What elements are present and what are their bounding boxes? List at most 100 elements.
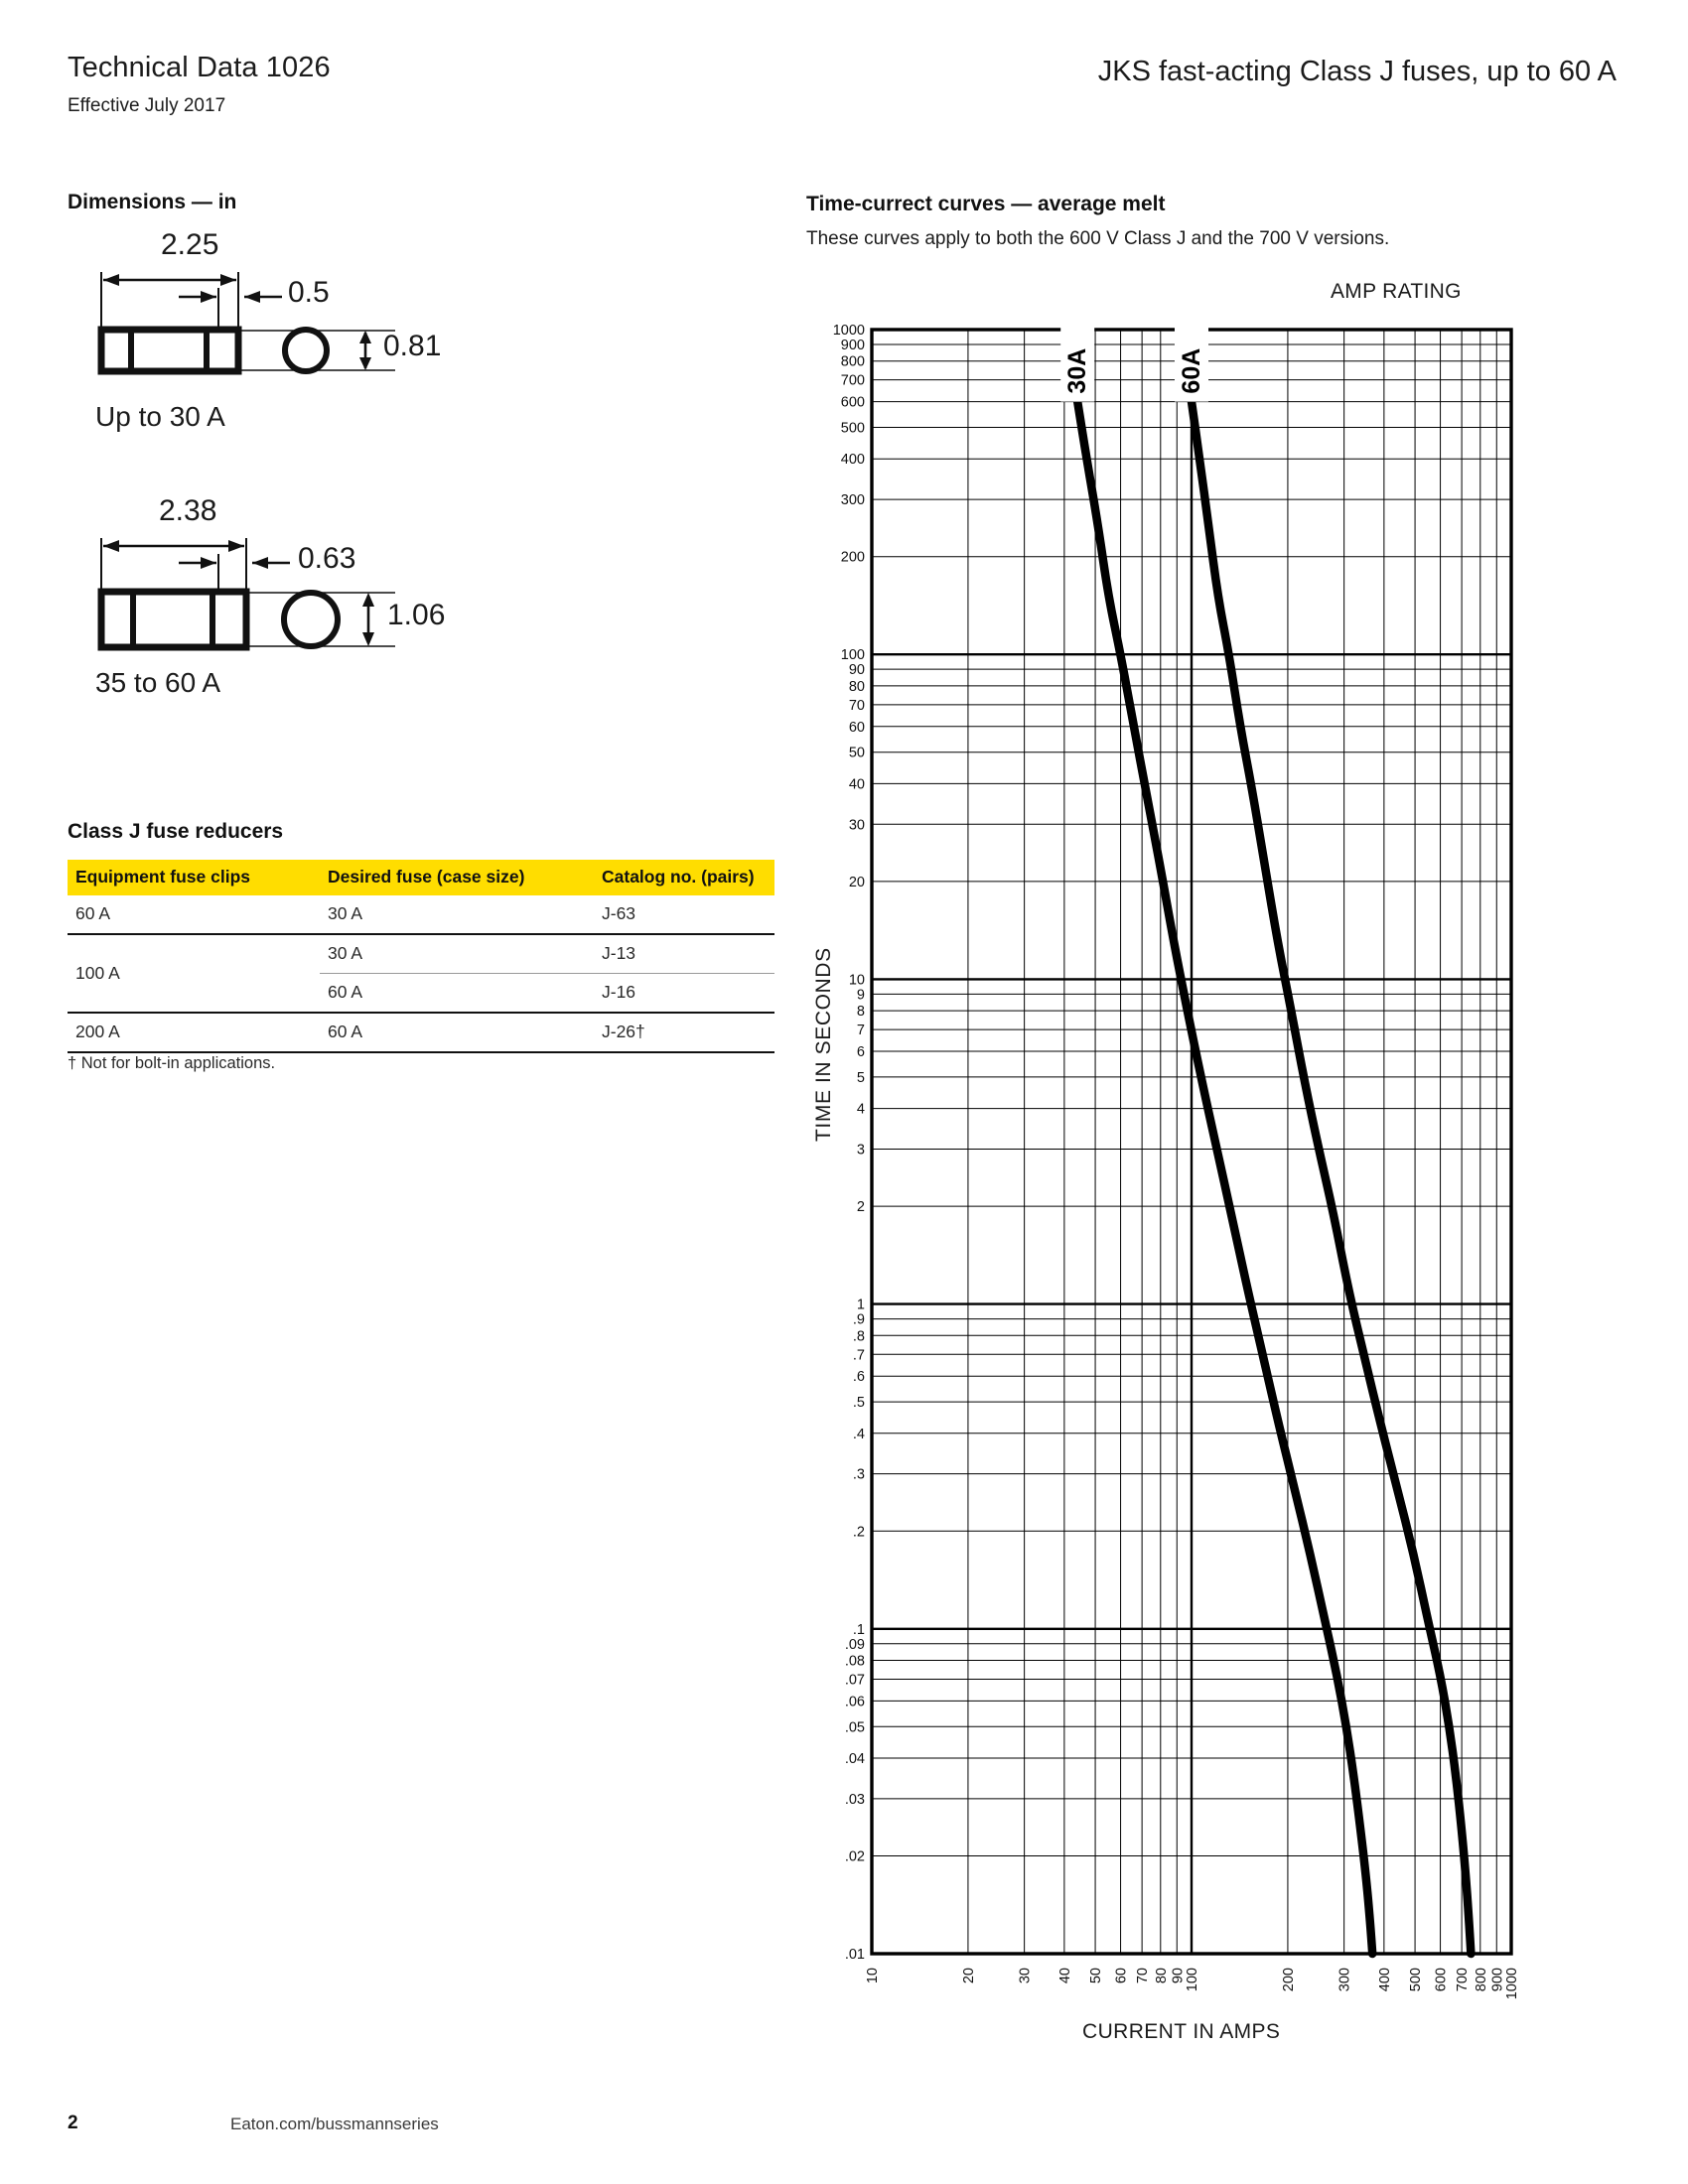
svg-text:30: 30 [849, 817, 865, 833]
dim-length-30a: 2.25 [161, 228, 219, 261]
column-header-catalog-no: Catalog no. (pairs) [594, 860, 774, 895]
svg-text:1000: 1000 [1504, 1968, 1520, 1999]
fuse-diagram-60a: 2.38 0.63 1.06 35 to 60 A [68, 494, 504, 699]
svg-text:20: 20 [849, 875, 865, 890]
svg-text:.03: .03 [845, 1792, 865, 1808]
svg-text:5: 5 [857, 1070, 865, 1086]
amp-rating-label: AMP RATING [1331, 280, 1462, 303]
column-header-equipment-fuse-clips: Equipment fuse clips [68, 860, 320, 895]
svg-text:30A: 30A [1063, 348, 1091, 394]
svg-text:500: 500 [841, 420, 865, 436]
svg-text:.08: .08 [845, 1654, 865, 1670]
table-header-row: Equipment fuse clips Desired fuse (case … [68, 860, 774, 895]
cell-equipment-fuse-clips: 100 A [68, 934, 320, 1014]
svg-text:.04: .04 [845, 1751, 865, 1767]
svg-text:70: 70 [849, 698, 865, 714]
fuse-drawing-30a [97, 272, 395, 375]
svg-text:700: 700 [841, 373, 865, 389]
svg-text:400: 400 [1377, 1968, 1393, 1991]
dim-length-60a: 2.38 [159, 494, 217, 527]
svg-text:1000: 1000 [833, 323, 865, 339]
svg-text:90: 90 [1170, 1968, 1186, 1983]
table-row: 60 A 30 A J-63 [68, 895, 774, 935]
svg-text:10: 10 [849, 972, 865, 988]
svg-text:1: 1 [857, 1297, 865, 1313]
svg-text:8: 8 [857, 1004, 865, 1020]
svg-text:.09: .09 [845, 1637, 865, 1653]
svg-text:10: 10 [865, 1968, 881, 1983]
dim-diameter-30a: 0.81 [383, 330, 442, 362]
svg-text:.1: .1 [853, 1622, 865, 1638]
datasheet-page: Technical Data 1026 Effective July 2017 … [0, 0, 1688, 2184]
svg-text:800: 800 [841, 354, 865, 370]
svg-text:.8: .8 [853, 1328, 865, 1344]
svg-text:.2: .2 [853, 1524, 865, 1540]
cell-equipment-fuse-clips: 200 A [68, 1013, 320, 1053]
svg-text:.06: .06 [845, 1694, 865, 1709]
fuse-diagram-30a: 2.25 0.5 0.81 Up to 30 A [68, 228, 504, 433]
svg-text:.05: .05 [845, 1719, 865, 1735]
document-title: Technical Data 1026 [68, 52, 331, 83]
svg-text:800: 800 [1474, 1968, 1489, 1991]
svg-text:300: 300 [841, 492, 865, 508]
svg-text:60A: 60A [1178, 348, 1205, 394]
chart-y-axis-label: TIME IN SECONDS [812, 947, 835, 1142]
cell-desired-fuse: 60 A [320, 973, 594, 1014]
fuse-reducers-table: Equipment fuse clips Desired fuse (case … [68, 860, 774, 1053]
curves-section-title: Time-currect curves — average melt [806, 193, 1166, 215]
svg-text:2: 2 [857, 1199, 865, 1215]
svg-text:100: 100 [841, 647, 865, 663]
svg-text:80: 80 [1154, 1968, 1170, 1983]
svg-text:700: 700 [1455, 1968, 1471, 1991]
chart-svg: .01 .02 .03 .04 .05 .06 .07 .08.09.1 .2 .3 .4 .5 .6.… [833, 310, 1520, 1999]
svg-text:100: 100 [1185, 1968, 1200, 1991]
svg-text:.02: .02 [845, 1849, 865, 1865]
fuse-caption-60a: 35 to 60 A [95, 667, 221, 698]
time-current-curve-chart: .01 .02 .03 .04 .05 .06 .07 .08.09.1 .2 .3 .4 .5 .6.… [806, 308, 1521, 2055]
svg-text:40: 40 [1057, 1968, 1073, 1983]
svg-text:90: 90 [849, 662, 865, 678]
document-effective-date: Effective July 2017 [68, 95, 226, 116]
svg-text:.01: .01 [845, 1947, 865, 1963]
cell-desired-fuse: 30 A [320, 934, 594, 974]
dim-diameter-60a: 1.06 [387, 599, 446, 631]
svg-text:7: 7 [857, 1023, 865, 1038]
cell-catalog-no: J-13 [594, 934, 774, 974]
column-header-desired-fuse: Desired fuse (case size) [320, 860, 594, 895]
svg-text:9: 9 [857, 987, 865, 1003]
page-number: 2 [68, 2113, 78, 2133]
cell-catalog-no: J-26† [594, 1013, 774, 1053]
dim-offset-60a: 0.63 [298, 542, 356, 575]
svg-text:200: 200 [1281, 1968, 1297, 1991]
footer-url: Eaton.com/bussmannseries [230, 2115, 439, 2133]
cell-desired-fuse: 60 A [320, 1013, 594, 1053]
cell-catalog-no: J-16 [594, 973, 774, 1014]
svg-text:600: 600 [841, 395, 865, 411]
svg-text:400: 400 [841, 452, 865, 468]
svg-text:900: 900 [841, 338, 865, 353]
svg-text:.5: .5 [853, 1395, 865, 1411]
svg-text:60: 60 [849, 720, 865, 736]
chart-x-axis-label: CURRENT IN AMPS [1082, 2020, 1281, 2043]
svg-text:50: 50 [849, 746, 865, 761]
svg-text:3: 3 [857, 1142, 865, 1158]
svg-text:.3: .3 [853, 1467, 865, 1483]
cell-equipment-fuse-clips: 60 A [68, 895, 320, 935]
table-row: 200 A 60 A J-26† [68, 1013, 774, 1053]
svg-text:300: 300 [1337, 1968, 1353, 1991]
table-footnote: † Not for bolt-in applications. [68, 1054, 276, 1072]
svg-text:50: 50 [1088, 1968, 1104, 1983]
svg-text:900: 900 [1489, 1968, 1505, 1991]
svg-text:6: 6 [857, 1044, 865, 1060]
svg-text:20: 20 [961, 1968, 977, 1983]
svg-text:.9: .9 [853, 1312, 865, 1328]
reducers-section-title: Class J fuse reducers [68, 820, 284, 843]
cell-catalog-no: J-63 [594, 895, 774, 935]
cell-desired-fuse: 30 A [320, 895, 594, 935]
svg-text:30: 30 [1018, 1968, 1034, 1983]
dimensions-section-title: Dimensions — in [68, 191, 237, 213]
product-title: JKS fast-acting Class J fuses, up to 60 … [1097, 56, 1617, 87]
svg-text:.7: .7 [853, 1347, 865, 1363]
table-row: 100 A 30 A J-13 [68, 934, 774, 1014]
curves-section-description: These curves apply to both the 600 V Cla… [806, 228, 1390, 249]
